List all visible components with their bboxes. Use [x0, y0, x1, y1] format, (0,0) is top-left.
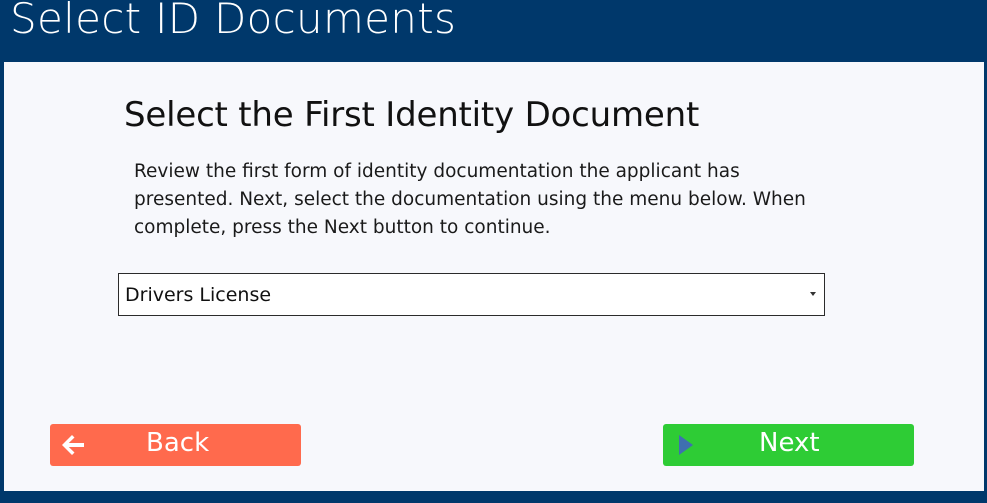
content-panel: Select the First Identity Document Revie… — [4, 62, 984, 491]
document-type-selected-value: Drivers License — [125, 284, 272, 306]
page-heading: Select the First Identity Document — [124, 95, 700, 135]
caret-down-icon — [810, 292, 816, 296]
back-button[interactable]: Back — [50, 424, 301, 466]
play-icon — [679, 435, 693, 455]
document-type-select[interactable]: Drivers License — [118, 273, 825, 316]
next-button[interactable]: Next — [663, 424, 914, 466]
back-button-label: Back — [146, 428, 210, 458]
arrow-left-icon — [62, 435, 84, 455]
title-bar: Select ID Documents — [0, 0, 987, 62]
next-button-label: Next — [759, 428, 820, 458]
instructions-text: Review the first form of identity docume… — [134, 161, 806, 238]
window-title: Select ID Documents — [10, 0, 457, 43]
